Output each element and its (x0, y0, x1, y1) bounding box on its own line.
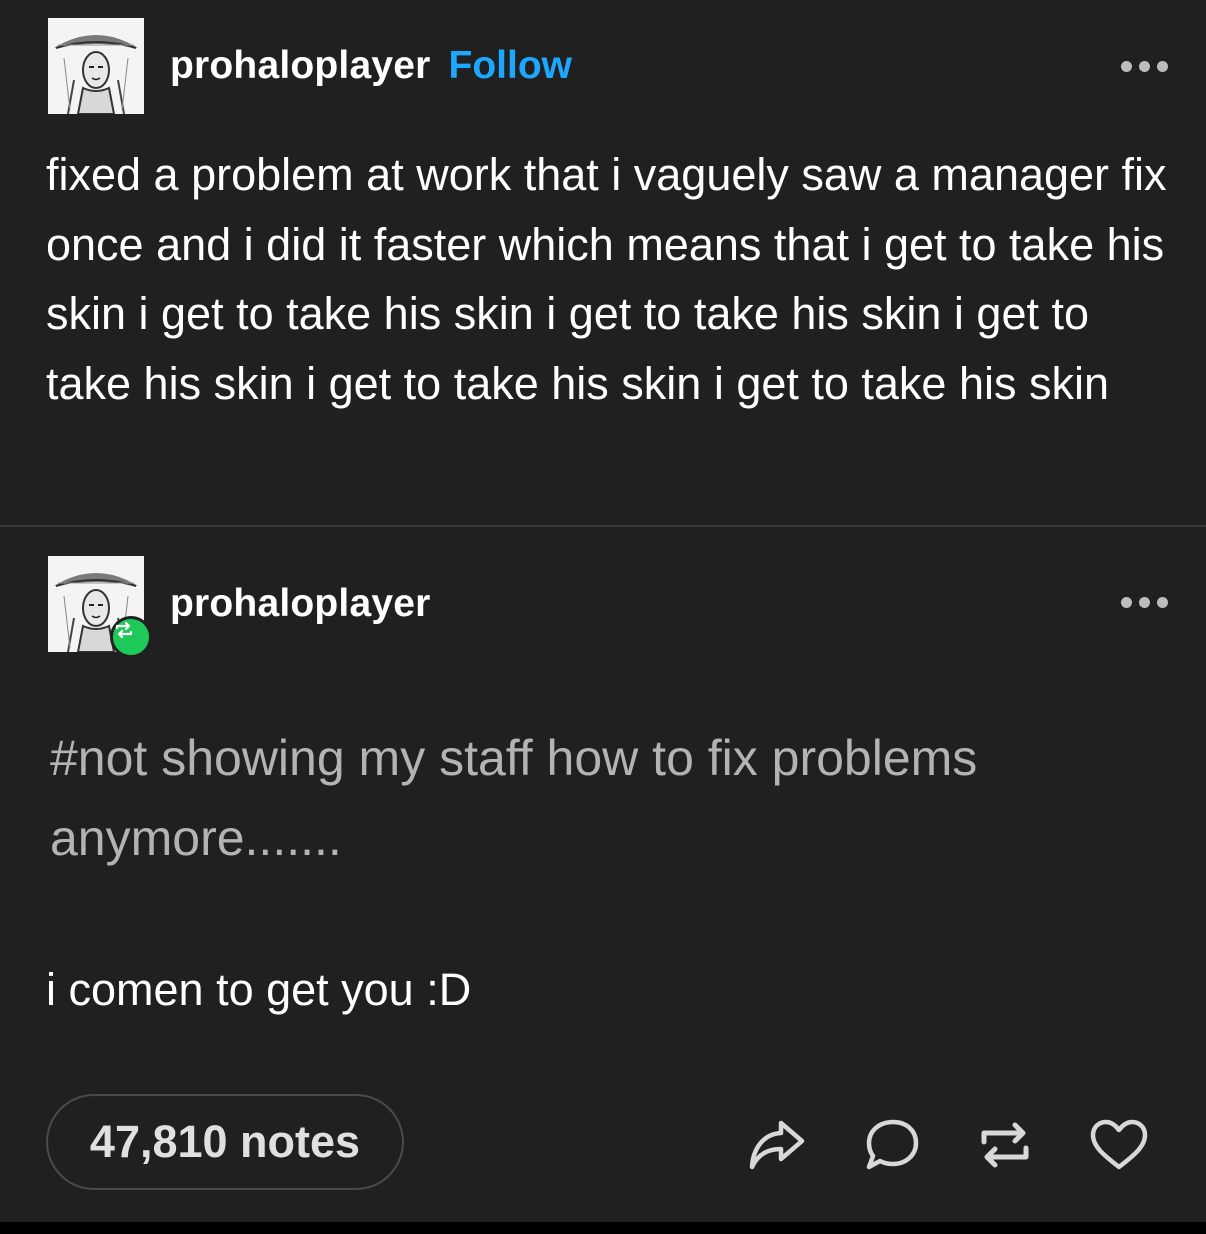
notes-button[interactable]: 47,810 notes (46, 1094, 404, 1190)
divider (0, 525, 1206, 527)
post-tags[interactable]: #not showing my staff how to fix problem… (50, 718, 1050, 878)
share-icon[interactable] (746, 1114, 808, 1176)
more-icon[interactable] (1121, 597, 1168, 608)
post-username[interactable]: prohaloplayer (170, 44, 431, 88)
dot (1121, 597, 1132, 608)
dot (1121, 61, 1132, 72)
post-card: prohaloplayer Follow fixed a problem at … (0, 0, 1206, 1222)
avatar[interactable] (48, 18, 144, 114)
reblog-badge-icon (110, 616, 152, 658)
post-header: prohaloplayer Follow (48, 18, 572, 114)
follow-button[interactable]: Follow (449, 44, 572, 88)
dot (1139, 597, 1150, 608)
avatar[interactable] (48, 556, 152, 658)
reblog-icon[interactable] (974, 1114, 1036, 1176)
dot (1139, 61, 1150, 72)
more-icon[interactable] (1121, 61, 1168, 72)
dot (1157, 597, 1168, 608)
dot (1157, 61, 1168, 72)
post-body: fixed a problem at work that i vaguely s… (46, 149, 1167, 409)
heart-icon[interactable] (1088, 1114, 1150, 1176)
reblog-username[interactable]: prohaloplayer (170, 582, 431, 626)
comment-icon[interactable] (860, 1114, 922, 1176)
reblog-header: prohaloplayer (48, 556, 431, 658)
reblog-body: i comen to get you :D (46, 964, 472, 1015)
